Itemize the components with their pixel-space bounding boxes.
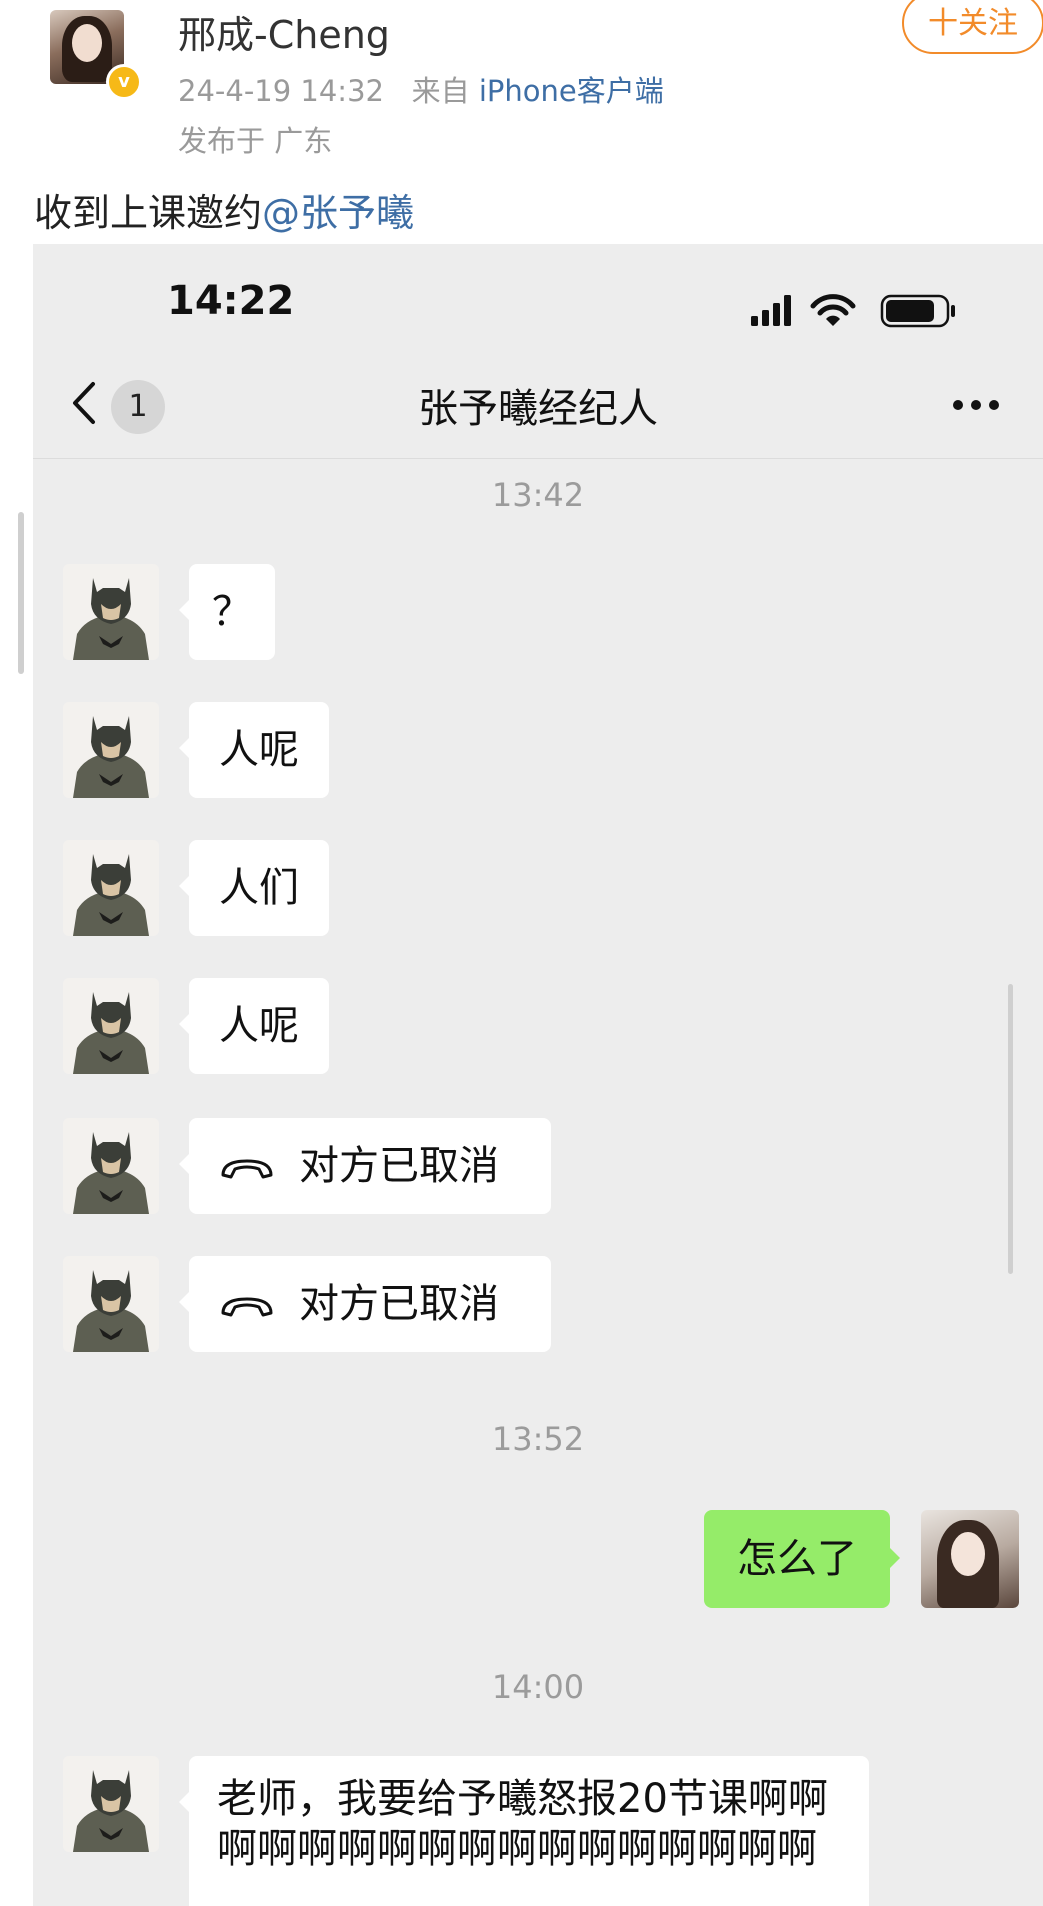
contact-avatar[interactable]: [63, 1118, 159, 1214]
more-icon[interactable]: [951, 398, 1001, 412]
call-cancelled-bubble[interactable]: 对方已取消: [179, 1118, 551, 1214]
status-icons: [751, 294, 955, 328]
batman-avatar-icon: [73, 1270, 149, 1352]
timestamp: 13:42: [491, 476, 585, 514]
battery-icon: [880, 294, 955, 328]
contact-avatar[interactable]: [63, 1756, 159, 1852]
batman-avatar-icon: [73, 854, 149, 936]
post-text: 收到上课邀约@张予曦: [34, 182, 414, 237]
timestamp: 14:00: [491, 1668, 585, 1706]
follow-button[interactable]: 十关注: [902, 0, 1043, 54]
source-link[interactable]: iPhone客户端: [479, 74, 664, 108]
post-meta: 24-4-19 14:32 来自 iPhone客户端: [178, 68, 664, 110]
batman-avatar-icon: [73, 1770, 149, 1852]
chat-nav-bar: 1 张予曦经纪人: [33, 348, 1043, 459]
wifi-icon: [810, 294, 856, 326]
user-avatar[interactable]: v: [36, 6, 142, 100]
call-cancel-icon: [221, 1297, 273, 1317]
batman-avatar-icon: [73, 992, 149, 1074]
contact-avatar[interactable]: [63, 978, 159, 1074]
my-avatar[interactable]: [921, 1510, 1019, 1608]
contact-avatar[interactable]: [63, 840, 159, 936]
post-location: 发布于 广东: [178, 124, 333, 158]
user-name[interactable]: 邢成-Cheng: [178, 4, 390, 59]
verified-badge-icon: v: [106, 64, 142, 100]
my-message-bubble[interactable]: 怎么了: [704, 1510, 900, 1608]
contact-avatar[interactable]: [63, 564, 159, 660]
batman-avatar-icon: [73, 578, 149, 660]
chat-scrollbar[interactable]: [1008, 984, 1013, 1274]
long-message-bubble[interactable]: 老师，我要给予曦怒报20节课啊啊啊啊啊啊啊啊啊啊啊啊啊啊啊啊啊: [179, 1756, 869, 1906]
status-time: 14:22: [167, 278, 295, 324]
chat-title: 张予曦经纪人: [418, 386, 658, 432]
message-bubble[interactable]: ？: [179, 564, 275, 660]
message-bubble[interactable]: 人们: [179, 840, 329, 936]
page-scrollbar[interactable]: [18, 512, 24, 674]
timestamp: 13:52: [491, 1420, 585, 1458]
message-bubble[interactable]: 人呢: [179, 978, 329, 1074]
post-body: 收到上课邀约: [34, 191, 263, 235]
batman-avatar-icon: [73, 1132, 149, 1214]
chat-screenshot[interactable]: 14:22 1 张予曦经纪人 13:42 ？ 人呢 人们 人呢 对方已取消 对方…: [33, 244, 1043, 1906]
message-bubble[interactable]: 人呢: [179, 702, 329, 798]
call-cancelled-text: 对方已取消: [299, 1143, 499, 1189]
signal-icon: [751, 295, 791, 326]
call-cancelled-bubble[interactable]: 对方已取消: [179, 1256, 551, 1352]
call-cancelled-text: 对方已取消: [299, 1281, 499, 1327]
source-prefix: 来自: [411, 74, 470, 108]
contact-avatar[interactable]: [63, 1256, 159, 1352]
call-cancel-icon: [221, 1159, 273, 1179]
post-date: 24-4-19 14:32: [178, 74, 384, 108]
contact-avatar[interactable]: [63, 702, 159, 798]
mention-link[interactable]: @张予曦: [262, 191, 414, 235]
batman-avatar-icon: [73, 716, 149, 798]
